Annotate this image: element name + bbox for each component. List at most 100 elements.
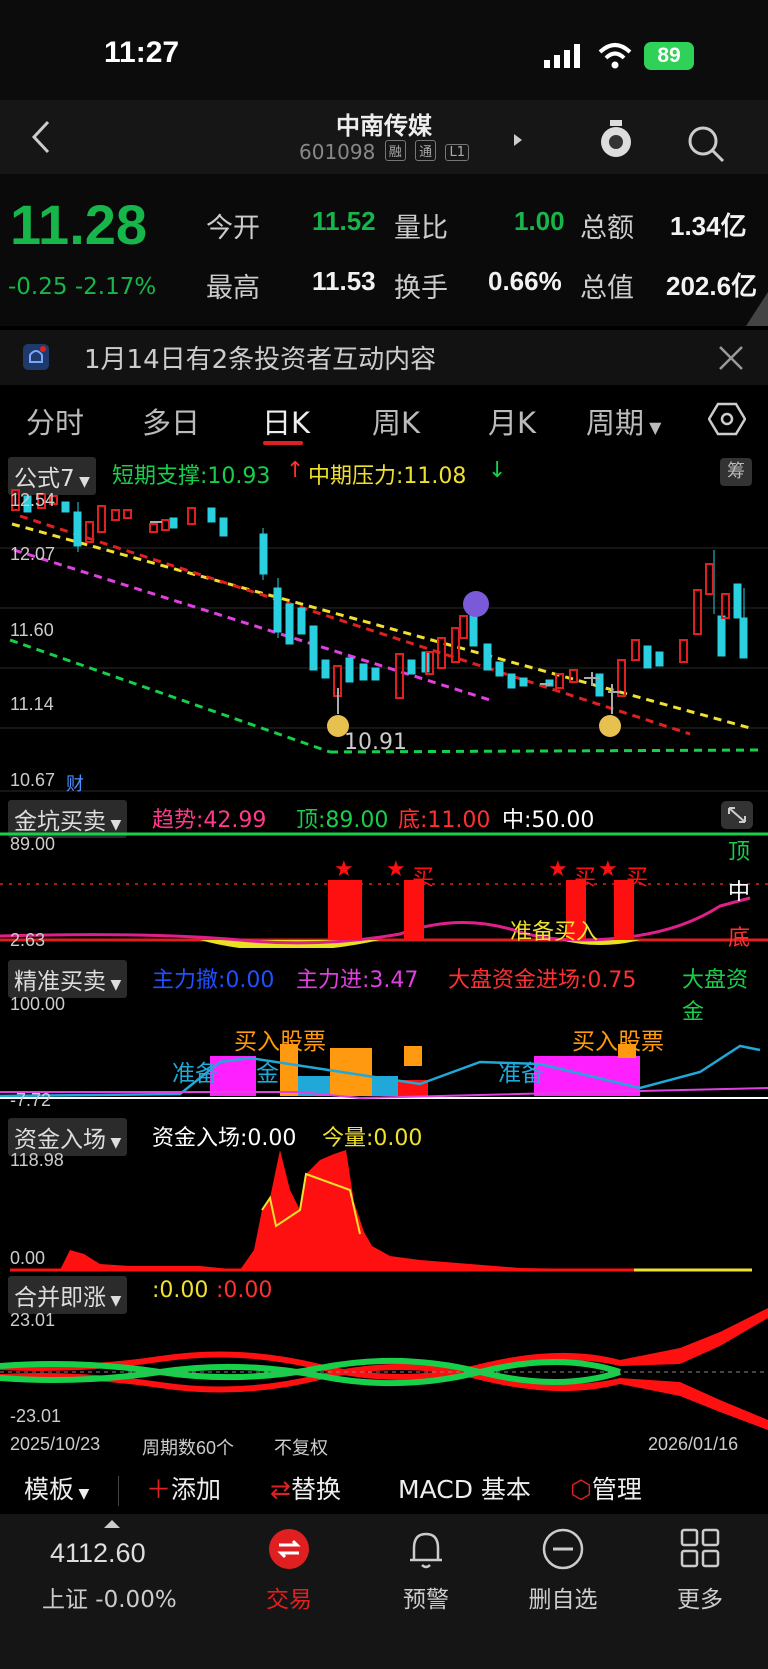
ind2-s2: 主力进:3.47 bbox=[296, 968, 419, 993]
manage-label: 管理 bbox=[591, 1475, 642, 1504]
tab-intraday[interactable]: 分时 bbox=[26, 400, 84, 442]
ind2-buy-1: 买入股票 bbox=[234, 1029, 326, 1055]
ind1-mid: 中:50.00 bbox=[502, 808, 595, 833]
ind3-axis-bottom: 0.00 bbox=[10, 1248, 46, 1268]
ind1-trend: 趋势:42.99 bbox=[152, 808, 267, 833]
support-trendline bbox=[9, 638, 331, 754]
high-label: 最高 bbox=[206, 273, 260, 304]
tab-weekly-k[interactable]: 周K bbox=[372, 400, 420, 442]
close-icon[interactable] bbox=[718, 345, 744, 371]
fast-trendline bbox=[13, 548, 491, 702]
ind1-axis-bottom: 2.63 bbox=[10, 930, 46, 950]
chip-button[interactable]: 筹 bbox=[720, 458, 752, 486]
market-cap-value: 202.6亿 bbox=[666, 271, 758, 301]
settings-hexagon-icon[interactable] bbox=[708, 402, 746, 436]
support-text: 短期支撑:10.93 bbox=[112, 464, 271, 489]
indicator3-chart bbox=[10, 1150, 752, 1272]
chevron-down-icon: ▼ bbox=[74, 1486, 90, 1502]
last-price: 11.28 bbox=[10, 193, 148, 256]
ind3-s1: 资金入场:0.00 bbox=[152, 1126, 297, 1151]
support-arrow: ↑ bbox=[286, 458, 305, 483]
tab-monthly-k[interactable]: 月K bbox=[488, 400, 536, 442]
tab-more[interactable]: 更多 bbox=[640, 1580, 760, 1614]
ind1-buy-3: 买 bbox=[626, 866, 649, 891]
search-icon[interactable] bbox=[686, 124, 726, 164]
ind1-right-top: 顶 bbox=[728, 840, 751, 865]
ind2-s3: 大盘资金进场:0.75 bbox=[448, 968, 637, 993]
chevron-down-icon: ▼ bbox=[106, 1293, 122, 1309]
stock-code-line: 601098 融 通 L1 bbox=[0, 140, 768, 164]
low-price-label: 10.91 bbox=[344, 730, 407, 755]
tab-alert[interactable]: 预警 bbox=[366, 1580, 486, 1614]
add-label: 添加 bbox=[171, 1475, 222, 1504]
ind1-axis-top: 89.00 bbox=[10, 834, 56, 854]
replace-label: 替换 bbox=[290, 1475, 341, 1504]
pressure-arrow: ↓ bbox=[488, 458, 507, 483]
change-value: -0.25 bbox=[8, 274, 68, 300]
next-stock-icon[interactable] bbox=[512, 132, 524, 148]
ind3-s2: 今量:0.00 bbox=[322, 1126, 423, 1151]
ind1-buy-2: 买 bbox=[574, 866, 597, 891]
open-value: 11.52 bbox=[312, 206, 376, 236]
price-change: -0.25 -2.17% bbox=[8, 274, 156, 300]
high-value: 11.53 bbox=[312, 266, 376, 296]
index-value[interactable]: 4112.60 bbox=[50, 1538, 146, 1569]
market-cap-label: 总值 bbox=[580, 273, 634, 304]
expand-corner-icon[interactable] bbox=[746, 292, 768, 326]
chevron-down-icon: ▼ bbox=[106, 1135, 122, 1151]
tab-multi-day[interactable]: 多日 bbox=[142, 400, 200, 442]
notice-text: 1月14日有2条投资者互动内容 bbox=[84, 345, 437, 375]
plus-icon: ＋ bbox=[146, 1475, 172, 1504]
ind1-bottom: 底:11.00 bbox=[398, 808, 491, 833]
price-axis-1: 12.54 bbox=[10, 490, 56, 510]
sad-face-marker bbox=[463, 591, 489, 617]
range-end-date: 2026/01/16 bbox=[648, 1434, 739, 1454]
open-label: 今开 bbox=[206, 213, 260, 244]
template-button[interactable]: 模板 ▼ bbox=[24, 1470, 89, 1506]
indicator-toolbar bbox=[0, 1462, 768, 1514]
ind1-right-bottom: 底 bbox=[728, 926, 751, 951]
svg-text:★: ★ bbox=[548, 857, 568, 882]
tab-remove-favorite[interactable]: 删自选 bbox=[503, 1580, 623, 1614]
volume-ratio-value: 1.00 bbox=[514, 206, 565, 236]
template-label: 模板 bbox=[24, 1475, 75, 1504]
ind1-buy-1: 买 bbox=[412, 866, 435, 891]
ind2-axis-bottom: -7.72 bbox=[10, 1090, 52, 1110]
ind2-axis-top: 100.00 bbox=[10, 994, 66, 1014]
change-pct: -2.17% bbox=[74, 274, 157, 300]
indicator1-chart: ★ ★ ★ ★ bbox=[0, 832, 768, 948]
amount-value: 1.34亿 bbox=[670, 211, 747, 241]
replace-button[interactable]: ⇄替换 bbox=[270, 1470, 341, 1506]
macd-button[interactable]: MACD 基本 bbox=[398, 1470, 531, 1506]
active-tab-indicator bbox=[263, 441, 303, 445]
ind4-s2: :0.00 bbox=[216, 1278, 273, 1303]
tab-daily-k[interactable]: 日K bbox=[262, 400, 310, 442]
expand-icon[interactable] bbox=[720, 800, 754, 830]
range-start-date: 2025/10/23 bbox=[10, 1434, 101, 1454]
finance-badge[interactable]: 财 bbox=[66, 770, 84, 796]
bell-notice-icon bbox=[23, 344, 49, 370]
manage-button[interactable]: ⬡管理 bbox=[570, 1470, 642, 1506]
ind1-prepare: 准备买入 bbox=[510, 920, 599, 945]
replace-icon: ⇄ bbox=[270, 1475, 291, 1504]
amount-label: 总额 bbox=[580, 213, 634, 244]
add-button[interactable]: ＋添加 bbox=[146, 1470, 221, 1506]
index-label[interactable]: 上证 -0.00% bbox=[42, 1580, 177, 1614]
chevron-down-icon: ▼ bbox=[106, 817, 122, 833]
bell-icon bbox=[410, 1532, 442, 1569]
remove-favorite-icon bbox=[542, 1528, 584, 1570]
tab-period[interactable]: 周期 ▼ bbox=[586, 400, 661, 442]
ind4-axis-bottom: -23.01 bbox=[10, 1406, 62, 1426]
battery-indicator: 89 bbox=[644, 42, 694, 70]
ind2-s1: 主力撤:0.00 bbox=[152, 968, 275, 993]
range-adjust[interactable]: 不复权 bbox=[274, 1434, 328, 1460]
signal-icon bbox=[544, 44, 580, 68]
ind4-s1: :0.00 bbox=[152, 1278, 209, 1303]
stock-name: 中南传媒 bbox=[336, 112, 432, 140]
ind3-axis-top: 118.98 bbox=[10, 1150, 64, 1170]
mid-trendline bbox=[19, 514, 691, 736]
wifi-icon bbox=[598, 43, 632, 69]
svg-text:★: ★ bbox=[386, 857, 406, 882]
robot-icon[interactable] bbox=[596, 118, 636, 162]
tab-trade[interactable]: 交易 bbox=[229, 1580, 349, 1614]
